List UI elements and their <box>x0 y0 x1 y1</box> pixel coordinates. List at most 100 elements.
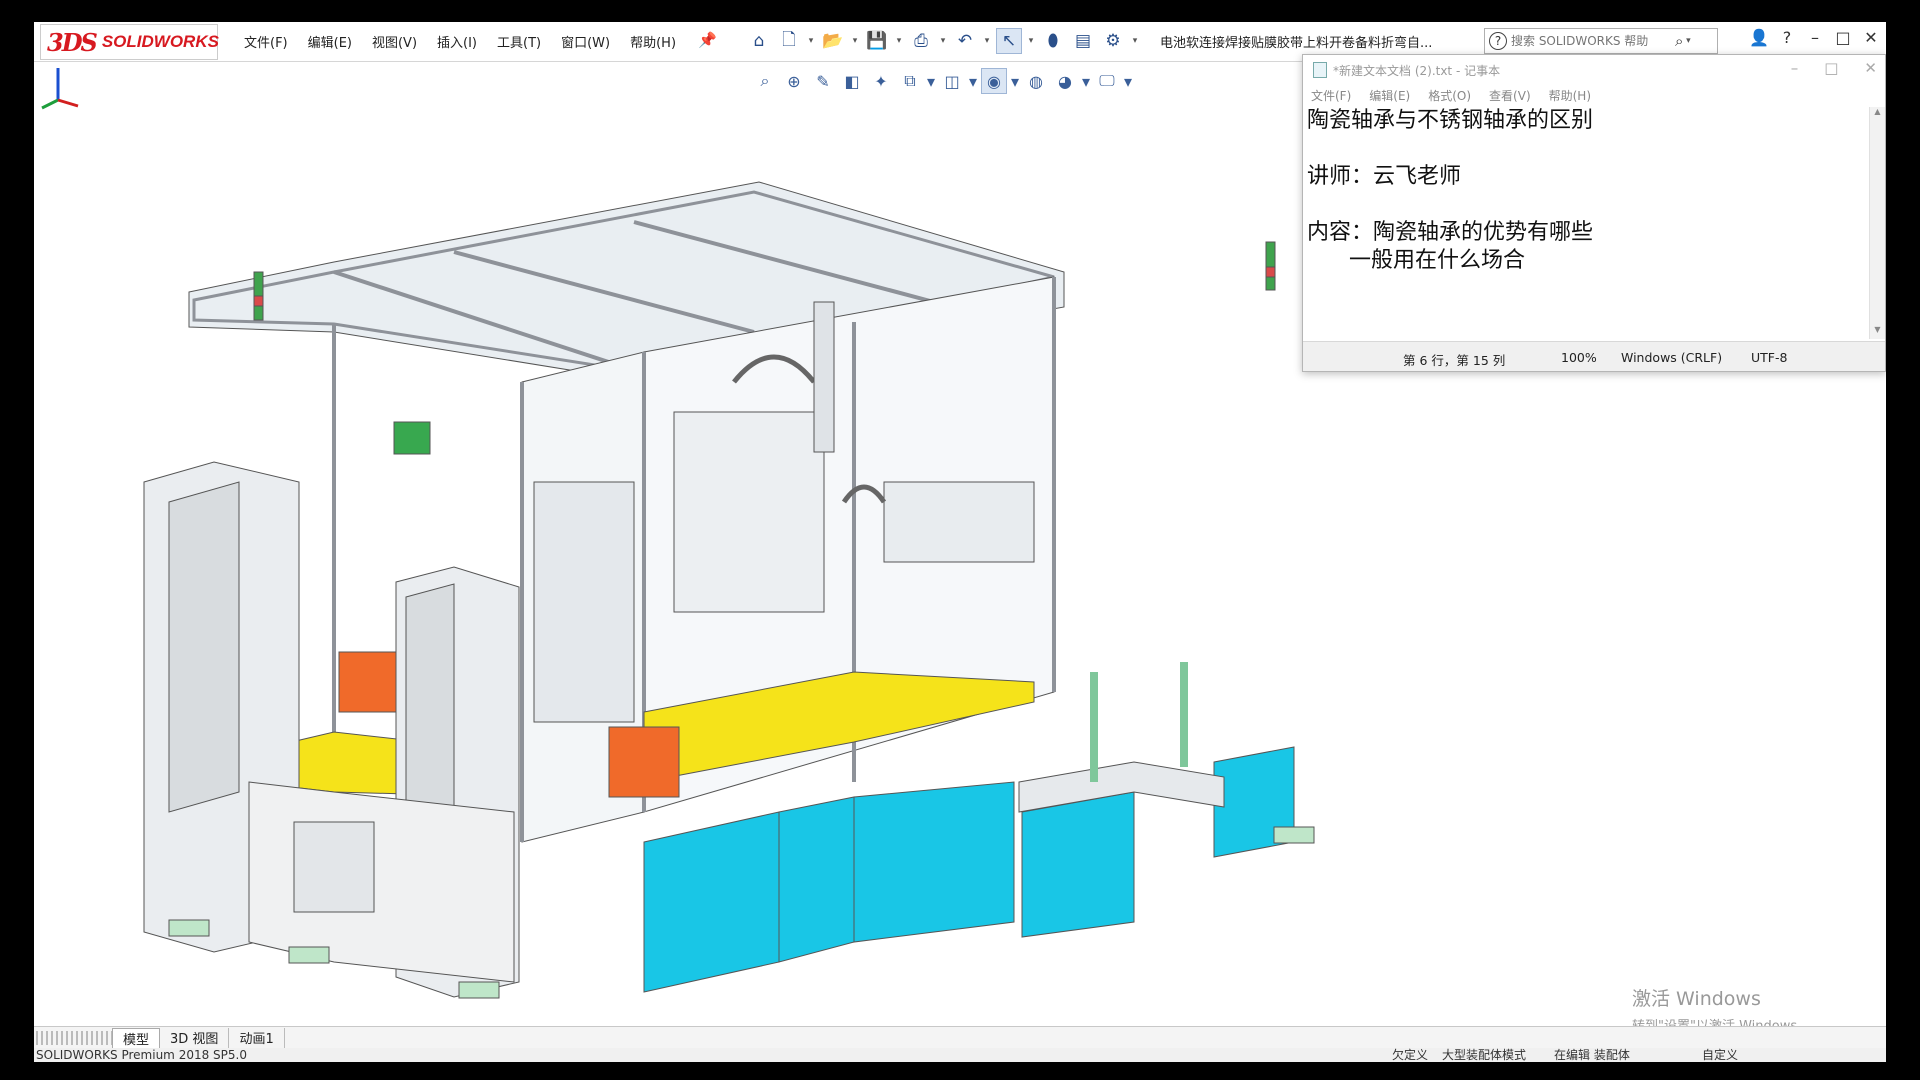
previous-view-icon[interactable]: ✎ <box>810 68 836 94</box>
pin-menu-icon[interactable]: 📌 <box>698 31 717 49</box>
text-line-2 <box>1307 135 1865 163</box>
status-large-assembly: 大型装配体模式 <box>1442 1048 1527 1062</box>
new-dropdown-icon[interactable]: ▾ <box>806 28 816 54</box>
help-search[interactable]: ? ⌕ ▾ <box>1484 28 1718 54</box>
minimize-icon[interactable]: – <box>1804 28 1826 47</box>
display-style-icon[interactable]: ◫ <box>939 68 965 94</box>
notepad-window[interactable]: *新建文本文档 (2).txt - 记事本 – □ ✕ 文件(F) 编辑(E) … <box>1302 54 1886 372</box>
help-icon[interactable]: ? <box>1776 28 1798 47</box>
notepad-menu-view[interactable]: 查看(V) <box>1489 87 1531 104</box>
traffic-light-icon[interactable]: ⬮ <box>1040 28 1066 54</box>
notepad-statusbar: 第 6 行，第 15 列 100% Windows (CRLF) UTF-8 <box>1303 341 1885 371</box>
status-underdefined: 欠定义 <box>1392 1048 1429 1062</box>
menu-edit[interactable]: 编辑(E) <box>308 32 352 51</box>
notepad-menu-edit[interactable]: 编辑(E) <box>1369 87 1410 104</box>
search-icon[interactable]: ⌕ <box>1675 32 1683 50</box>
print-dropdown-icon[interactable]: ▾ <box>938 28 948 54</box>
scene-dropdown-icon[interactable]: ▾ <box>1081 68 1091 94</box>
view-settings-dropdown-icon[interactable]: ▾ <box>1123 68 1133 94</box>
activate-title: 激活 Windows <box>1632 988 1761 1010</box>
solidworks-statusbar: SOLIDWORKS Premium 2018 SP5.0 欠定义 大型装配体模… <box>34 1048 1886 1062</box>
text-line-1: 陶瓷轴承与不锈钢轴承的区别 <box>1307 108 1594 133</box>
save-icon[interactable]: 💾 <box>864 28 890 54</box>
encoding: UTF-8 <box>1751 350 1788 365</box>
help-search-input[interactable] <box>1511 34 1671 48</box>
menu-tools[interactable]: 工具(T) <box>497 32 541 51</box>
notepad-maximize-icon[interactable]: □ <box>1824 59 1838 77</box>
hide-show-dropdown-icon[interactable]: ▾ <box>1010 68 1020 94</box>
standard-toolbar: ⌂ 🗋 ▾ 📂 ▾ 💾 ▾ ⎙ ▾ ↶ ▾ ↖ ▾ ⬮ ▤ ⚙ ▾ <box>746 28 1140 54</box>
notepad-window-controls: – □ ✕ <box>1791 59 1877 77</box>
text-line-6: 一般用在什么场合 <box>1307 248 1525 273</box>
display-style-dropdown-icon[interactable]: ▾ <box>968 68 978 94</box>
new-document-icon[interactable]: 🗋 <box>776 28 802 54</box>
scroll-down-icon[interactable]: ▼ <box>1870 325 1885 339</box>
notepad-title: *新建文本文档 (2).txt - 记事本 <box>1333 63 1501 78</box>
maximize-icon[interactable]: □ <box>1832 28 1854 47</box>
dynamic-annotation-icon[interactable]: ✦ <box>868 68 894 94</box>
notepad-menu-file[interactable]: 文件(F) <box>1311 87 1351 104</box>
model-tabs: 模型 3D 视图 动画1 <box>34 1026 1886 1048</box>
solidworks-logo[interactable]: 3DS SOLIDWORKS <box>40 24 219 60</box>
heads-up-view-toolbar: ⌕ ⊕ ✎ ◧ ✦ ⧉ ▾ ◫ ▾ ◉ ▾ ◍ ◕ ▾ 🖵 ▾ <box>752 68 1133 94</box>
notepad-menu: 文件(F) 编辑(E) 格式(O) 查看(V) 帮助(H) <box>1303 85 1885 105</box>
open-dropdown-icon[interactable]: ▾ <box>850 28 860 54</box>
notepad-menu-help[interactable]: 帮助(H) <box>1549 87 1591 104</box>
product-version: SOLIDWORKS Premium 2018 SP5.0 <box>36 1048 247 1062</box>
zoom-to-fit-icon[interactable]: ⌕ <box>752 68 778 94</box>
zoom-level: 100% <box>1561 350 1597 365</box>
select-dropdown-icon[interactable]: ▾ <box>1026 28 1036 54</box>
menu-window[interactable]: 窗口(W) <box>561 32 610 51</box>
select-cursor-icon[interactable]: ↖ <box>996 28 1022 54</box>
line-ending: Windows (CRLF) <box>1621 350 1723 365</box>
edit-appearance-icon[interactable]: ◍ <box>1023 68 1049 94</box>
view-orientation-dropdown-icon[interactable]: ▾ <box>926 68 936 94</box>
user-account-icon[interactable]: 👤 <box>1748 28 1770 47</box>
file-properties-icon[interactable]: ▤ <box>1070 28 1096 54</box>
notepad-minimize-icon[interactable]: – <box>1791 59 1799 77</box>
save-dropdown-icon[interactable]: ▾ <box>894 28 904 54</box>
text-line-5: 内容：陶瓷轴承的优势有哪些 <box>1307 220 1594 245</box>
print-icon[interactable]: ⎙ <box>908 28 934 54</box>
help-question-icon: ? <box>1489 32 1507 50</box>
menu-file[interactable]: 文件(F) <box>244 32 288 51</box>
status-editing: 在编辑 装配体 <box>1554 1048 1630 1062</box>
section-view-icon[interactable]: ◧ <box>839 68 865 94</box>
close-icon[interactable]: ✕ <box>1860 28 1882 47</box>
options-gear-icon[interactable]: ⚙ <box>1100 28 1126 54</box>
open-folder-icon[interactable]: 📂 <box>820 28 846 54</box>
text-line-4 <box>1307 191 1865 219</box>
search-dropdown-icon[interactable]: ▾ <box>1683 28 1693 54</box>
window-controls: 👤 ? – □ ✕ <box>1748 28 1882 47</box>
document-title: 电池软连接焊接贴膜胶带上料开卷备料折弯自... <box>1160 36 1433 51</box>
hide-show-icon[interactable]: ◉ <box>981 68 1007 94</box>
notepad-vertical-scrollbar[interactable]: ▲ ▼ <box>1869 107 1885 339</box>
status-custom[interactable]: 自定义 <box>1702 1048 1738 1062</box>
tab-model[interactable]: 模型 <box>112 1027 161 1048</box>
tab-3d-view[interactable]: 3D 视图 <box>160 1027 230 1048</box>
menu-help[interactable]: 帮助(H) <box>630 32 676 51</box>
logo-ds: 3DS <box>47 27 98 57</box>
main-menu: 文件(F) 编辑(E) 视图(V) 插入(I) 工具(T) 窗口(W) 帮助(H… <box>244 32 696 51</box>
notepad-menu-format[interactable]: 格式(O) <box>1428 87 1471 104</box>
options-dropdown-icon[interactable]: ▾ <box>1130 28 1140 54</box>
tab-animation1[interactable]: 动画1 <box>229 1027 285 1048</box>
zoom-area-icon[interactable]: ⊕ <box>781 68 807 94</box>
view-orientation-icon[interactable]: ⧉ <box>897 68 923 94</box>
text-line-3: 讲师：云飞老师 <box>1307 164 1462 189</box>
notepad-icon <box>1313 62 1327 78</box>
menu-insert[interactable]: 插入(I) <box>437 32 477 51</box>
undo-dropdown-icon[interactable]: ▾ <box>982 28 992 54</box>
notepad-close-icon[interactable]: ✕ <box>1864 59 1877 77</box>
notepad-text-area[interactable]: 陶瓷轴承与不锈钢轴承的区别 讲师：云飞老师 内容：陶瓷轴承的优势有哪些 一般用在… <box>1305 107 1865 339</box>
home-icon[interactable]: ⌂ <box>746 28 772 54</box>
apply-scene-icon[interactable]: ◕ <box>1052 68 1078 94</box>
scroll-up-icon[interactable]: ▲ <box>1870 107 1885 121</box>
tab-scroll-grip[interactable] <box>36 1030 112 1045</box>
undo-icon[interactable]: ↶ <box>952 28 978 54</box>
triad-axes-icon <box>41 68 79 110</box>
screen: 3DS SOLIDWORKS 文件(F) 编辑(E) 视图(V) 插入(I) 工… <box>34 22 1886 1062</box>
cursor-position: 第 6 行，第 15 列 <box>1403 353 1506 368</box>
menu-view[interactable]: 视图(V) <box>372 32 417 51</box>
view-settings-icon[interactable]: 🖵 <box>1094 68 1120 94</box>
